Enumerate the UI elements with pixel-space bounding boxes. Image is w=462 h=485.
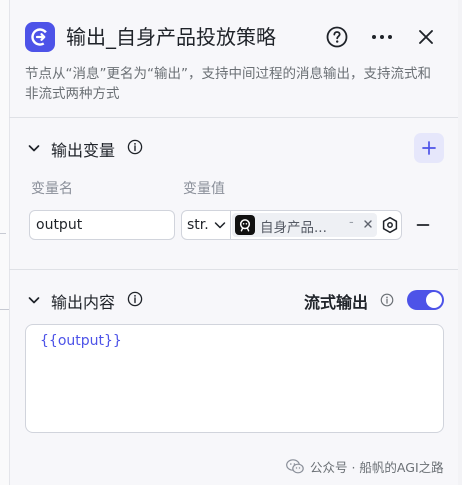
more-options-icon[interactable] <box>369 24 395 50</box>
stream-output-toggle[interactable] <box>407 290 444 310</box>
clear-reference-icon[interactable] <box>362 218 374 230</box>
wechat-icon <box>286 459 304 474</box>
output-variables-title: 输出变量 <box>51 141 116 160</box>
chevron-down-icon <box>214 222 226 229</box>
output-node-icon <box>25 22 55 52</box>
watermark-text: 公众号 · 船帆的AGI之路 <box>310 460 444 475</box>
output-content-text: {{output}} <box>40 333 122 349</box>
variable-name-column-label: 变量名 <box>31 181 73 197</box>
canvas-connector-line <box>0 233 6 234</box>
canvas-edge <box>0 0 9 485</box>
output-content-editor[interactable]: {{output}} <box>25 324 444 433</box>
variable-value-field: str. 自身产品... - <box>181 210 402 240</box>
variable-name-input[interactable] <box>29 210 175 240</box>
info-icon[interactable] <box>380 293 394 307</box>
close-icon[interactable] <box>413 24 439 50</box>
remove-variable-icon[interactable] <box>416 218 430 232</box>
variable-value-column-label: 变量值 <box>183 181 225 197</box>
llm-node-icon <box>235 215 255 235</box>
node-title[interactable]: 输出_自身产品投放策略 <box>66 22 276 52</box>
info-icon[interactable] <box>127 139 143 155</box>
stream-output-label: 流式输出 <box>304 293 369 312</box>
section-divider <box>9 269 458 270</box>
chevron-down-icon[interactable] <box>27 141 41 155</box>
info-icon[interactable] <box>127 291 143 307</box>
section-divider <box>9 117 458 118</box>
variable-reference-tag[interactable]: 自身产品... - <box>232 213 377 237</box>
toggle-knob <box>426 292 442 308</box>
watermark: 公众号 · 船帆的AGI之路 <box>286 457 444 476</box>
reference-label: 自身产品... <box>260 220 327 236</box>
canvas-connector-line <box>0 309 9 310</box>
add-variable-button[interactable] <box>414 133 444 163</box>
type-select[interactable]: str. <box>182 211 231 239</box>
chevron-down-icon[interactable] <box>27 293 41 307</box>
type-select-value: str. <box>187 217 209 233</box>
node-description: 节点从“消息”更名为“输出”，支持中间过程的消息输出，支持流式和非流式两种方式 <box>25 66 431 102</box>
help-icon[interactable] <box>324 24 350 50</box>
plus-icon <box>422 141 436 155</box>
output-content-title: 输出内容 <box>51 293 116 312</box>
variable-settings-icon[interactable] <box>381 216 399 234</box>
reference-separator: - <box>349 215 354 230</box>
